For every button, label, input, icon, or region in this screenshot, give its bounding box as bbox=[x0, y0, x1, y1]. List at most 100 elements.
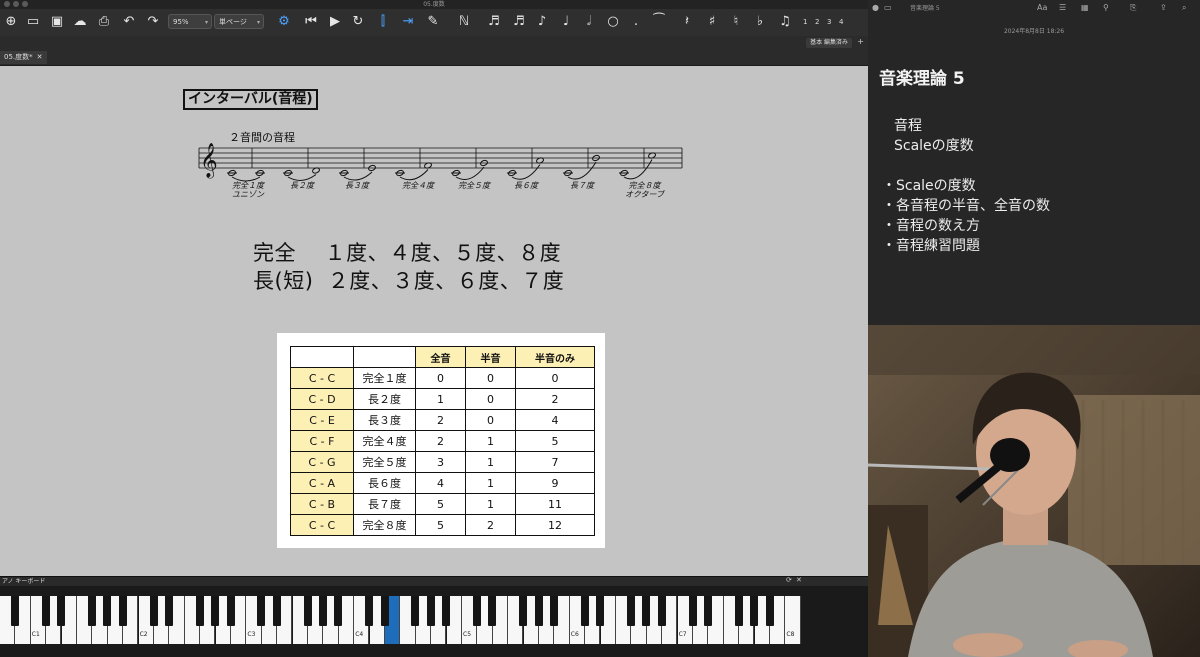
rest-icon[interactable]: 𝄽 bbox=[678, 13, 696, 31]
checklist-icon[interactable]: ☰ bbox=[1059, 3, 1066, 12]
piano-black-key[interactable] bbox=[103, 596, 112, 626]
attachment-icon[interactable]: ⚲ bbox=[1103, 3, 1109, 12]
table-cell: 2 bbox=[415, 430, 466, 452]
open-folder-icon[interactable]: ▭ bbox=[24, 13, 42, 31]
note-input-icon[interactable]: ✎ bbox=[424, 13, 442, 31]
piano-black-key[interactable] bbox=[318, 596, 327, 626]
piano-black-key[interactable] bbox=[257, 596, 266, 626]
add-workspace-button[interactable]: + bbox=[857, 37, 864, 46]
piano-black-key[interactable] bbox=[10, 596, 19, 626]
print-icon[interactable]: ⎙ bbox=[95, 13, 113, 31]
tuplet-icon[interactable]: ♫ bbox=[776, 13, 794, 31]
new-file-icon[interactable]: ⊕ bbox=[2, 13, 20, 31]
view-mode-select[interactable]: 単ページ ▾ bbox=[214, 14, 264, 29]
redo-icon[interactable]: ↷ bbox=[144, 13, 162, 31]
share-link-icon[interactable]: ⎘ bbox=[1130, 3, 1136, 13]
32nd-note-icon[interactable]: ♬ bbox=[510, 13, 528, 31]
flat-icon[interactable]: ♭ bbox=[751, 13, 769, 31]
tie-icon[interactable]: ⁀ bbox=[650, 13, 668, 31]
piano-black-key[interactable] bbox=[87, 596, 96, 626]
piano-black-key[interactable] bbox=[118, 596, 127, 626]
voice-3-button[interactable]: 3 bbox=[827, 13, 831, 31]
text-format-icon[interactable]: Aa bbox=[1037, 3, 1047, 12]
piano-black-key[interactable] bbox=[411, 596, 420, 626]
voice-4-button[interactable]: 4 bbox=[839, 13, 843, 31]
eighth-note-icon[interactable]: ♪ bbox=[533, 13, 551, 31]
piano-black-key[interactable] bbox=[549, 596, 558, 626]
sharp-icon[interactable]: ♯ bbox=[703, 13, 721, 31]
piano-black-key[interactable] bbox=[580, 596, 589, 626]
piano-black-key[interactable] bbox=[149, 596, 158, 626]
note-title[interactable]: 音楽理論 5 bbox=[879, 64, 965, 89]
table-icon[interactable]: ▦ bbox=[1081, 3, 1089, 12]
document-tab[interactable]: 05.度数* ✕ bbox=[0, 51, 47, 64]
table-cell: 0 bbox=[515, 367, 595, 389]
loop-icon[interactable]: ↻ bbox=[349, 13, 367, 31]
piano-black-key[interactable] bbox=[164, 596, 173, 626]
note-line[interactable]: 音程 bbox=[894, 115, 922, 135]
metronome-start-icon[interactable]: ⫿ bbox=[374, 13, 392, 31]
refresh-icon[interactable]: ⟳ bbox=[786, 576, 792, 584]
piano-black-key[interactable] bbox=[442, 596, 451, 626]
piano-black-key[interactable] bbox=[57, 596, 66, 626]
piano-black-key[interactable] bbox=[41, 596, 50, 626]
piano-black-key[interactable] bbox=[365, 596, 374, 626]
piano-black-key[interactable] bbox=[626, 596, 635, 626]
note-bullet-item[interactable]: ・音程練習問題 bbox=[882, 235, 980, 255]
undo-icon[interactable]: ↶ bbox=[120, 13, 138, 31]
table-cell: 0 bbox=[465, 388, 516, 410]
pan-icon[interactable]: ⇥ bbox=[399, 13, 417, 31]
piano-black-key[interactable] bbox=[765, 596, 774, 626]
note-bullet-item[interactable]: ・各音程の半音、全音の数 bbox=[882, 195, 1050, 215]
piano-black-key[interactable] bbox=[380, 596, 389, 626]
piano-black-key[interactable] bbox=[657, 596, 666, 626]
note-bullet-text: 音程の数え方 bbox=[896, 218, 980, 234]
note-bullet-item[interactable]: ・音程の数え方 bbox=[882, 215, 980, 235]
piano-black-key[interactable] bbox=[226, 596, 235, 626]
share-icon[interactable]: ⇪ bbox=[1160, 3, 1167, 12]
piano-black-key[interactable] bbox=[703, 596, 712, 626]
piano-black-key[interactable] bbox=[688, 596, 697, 626]
window-controls-icon[interactable]: ● bbox=[872, 3, 879, 12]
table-cell: 9 bbox=[515, 472, 595, 494]
piano-black-key[interactable] bbox=[303, 596, 312, 626]
note-line[interactable]: Scaleの度数 bbox=[894, 135, 974, 155]
piano-black-key[interactable] bbox=[750, 596, 759, 626]
half-note-icon[interactable]: 𝅗𝅥 bbox=[580, 13, 598, 31]
workspace-select[interactable]: 基本 編集済み bbox=[806, 38, 852, 48]
piano-black-key[interactable] bbox=[642, 596, 651, 626]
piano-black-key[interactable] bbox=[426, 596, 435, 626]
piano-black-key[interactable] bbox=[534, 596, 543, 626]
table-row: C - D 長２度 1 0 2 bbox=[290, 388, 595, 410]
piano-black-key[interactable] bbox=[334, 596, 343, 626]
dot-icon[interactable]: . bbox=[627, 13, 645, 31]
note-bullet-item[interactable]: ・Scaleの度数 bbox=[882, 175, 976, 195]
close-icon[interactable]: ✕ bbox=[796, 576, 802, 584]
piano-black-key[interactable] bbox=[488, 596, 497, 626]
note-input-mode-icon[interactable]: ℕ bbox=[455, 13, 473, 31]
search-icon[interactable]: ⌕ bbox=[1182, 3, 1186, 13]
plugin-icon[interactable]: ⚙ bbox=[275, 13, 293, 31]
save-icon[interactable]: ▣ bbox=[48, 13, 66, 31]
piano-black-key[interactable] bbox=[472, 596, 481, 626]
voice-1-button[interactable]: 1 bbox=[803, 13, 807, 31]
whole-note-icon[interactable]: ○ bbox=[604, 13, 622, 31]
close-icon[interactable]: ✕ bbox=[37, 53, 43, 61]
piano-black-key[interactable] bbox=[734, 596, 743, 626]
piano-black-key[interactable] bbox=[272, 596, 281, 626]
voice-2-button[interactable]: 2 bbox=[815, 13, 819, 31]
piano-black-key[interactable] bbox=[596, 596, 605, 626]
piano-black-key[interactable] bbox=[519, 596, 528, 626]
64th-note-icon[interactable]: ♬ bbox=[485, 13, 503, 31]
rewind-icon[interactable]: ⏮ bbox=[302, 13, 320, 31]
score-page[interactable]: インターバル(音程) ２音間の音程 𝄞 完全１度 ユニゾン 長２度 長３度 完全… bbox=[0, 66, 868, 576]
cloud-upload-icon[interactable]: ☁ bbox=[71, 13, 89, 31]
piano-black-key[interactable] bbox=[195, 596, 204, 626]
sidebar-toggle-icon[interactable]: ▭ bbox=[884, 3, 892, 12]
piano-black-key[interactable] bbox=[211, 596, 220, 626]
play-icon[interactable]: ▶ bbox=[326, 13, 344, 31]
zoom-select[interactable]: 95% ▾ bbox=[168, 14, 212, 29]
quarter-note-icon[interactable]: ♩ bbox=[557, 13, 575, 31]
piano-white-key[interactable]: C8 bbox=[785, 596, 801, 644]
natural-icon[interactable]: ♮ bbox=[727, 13, 745, 31]
